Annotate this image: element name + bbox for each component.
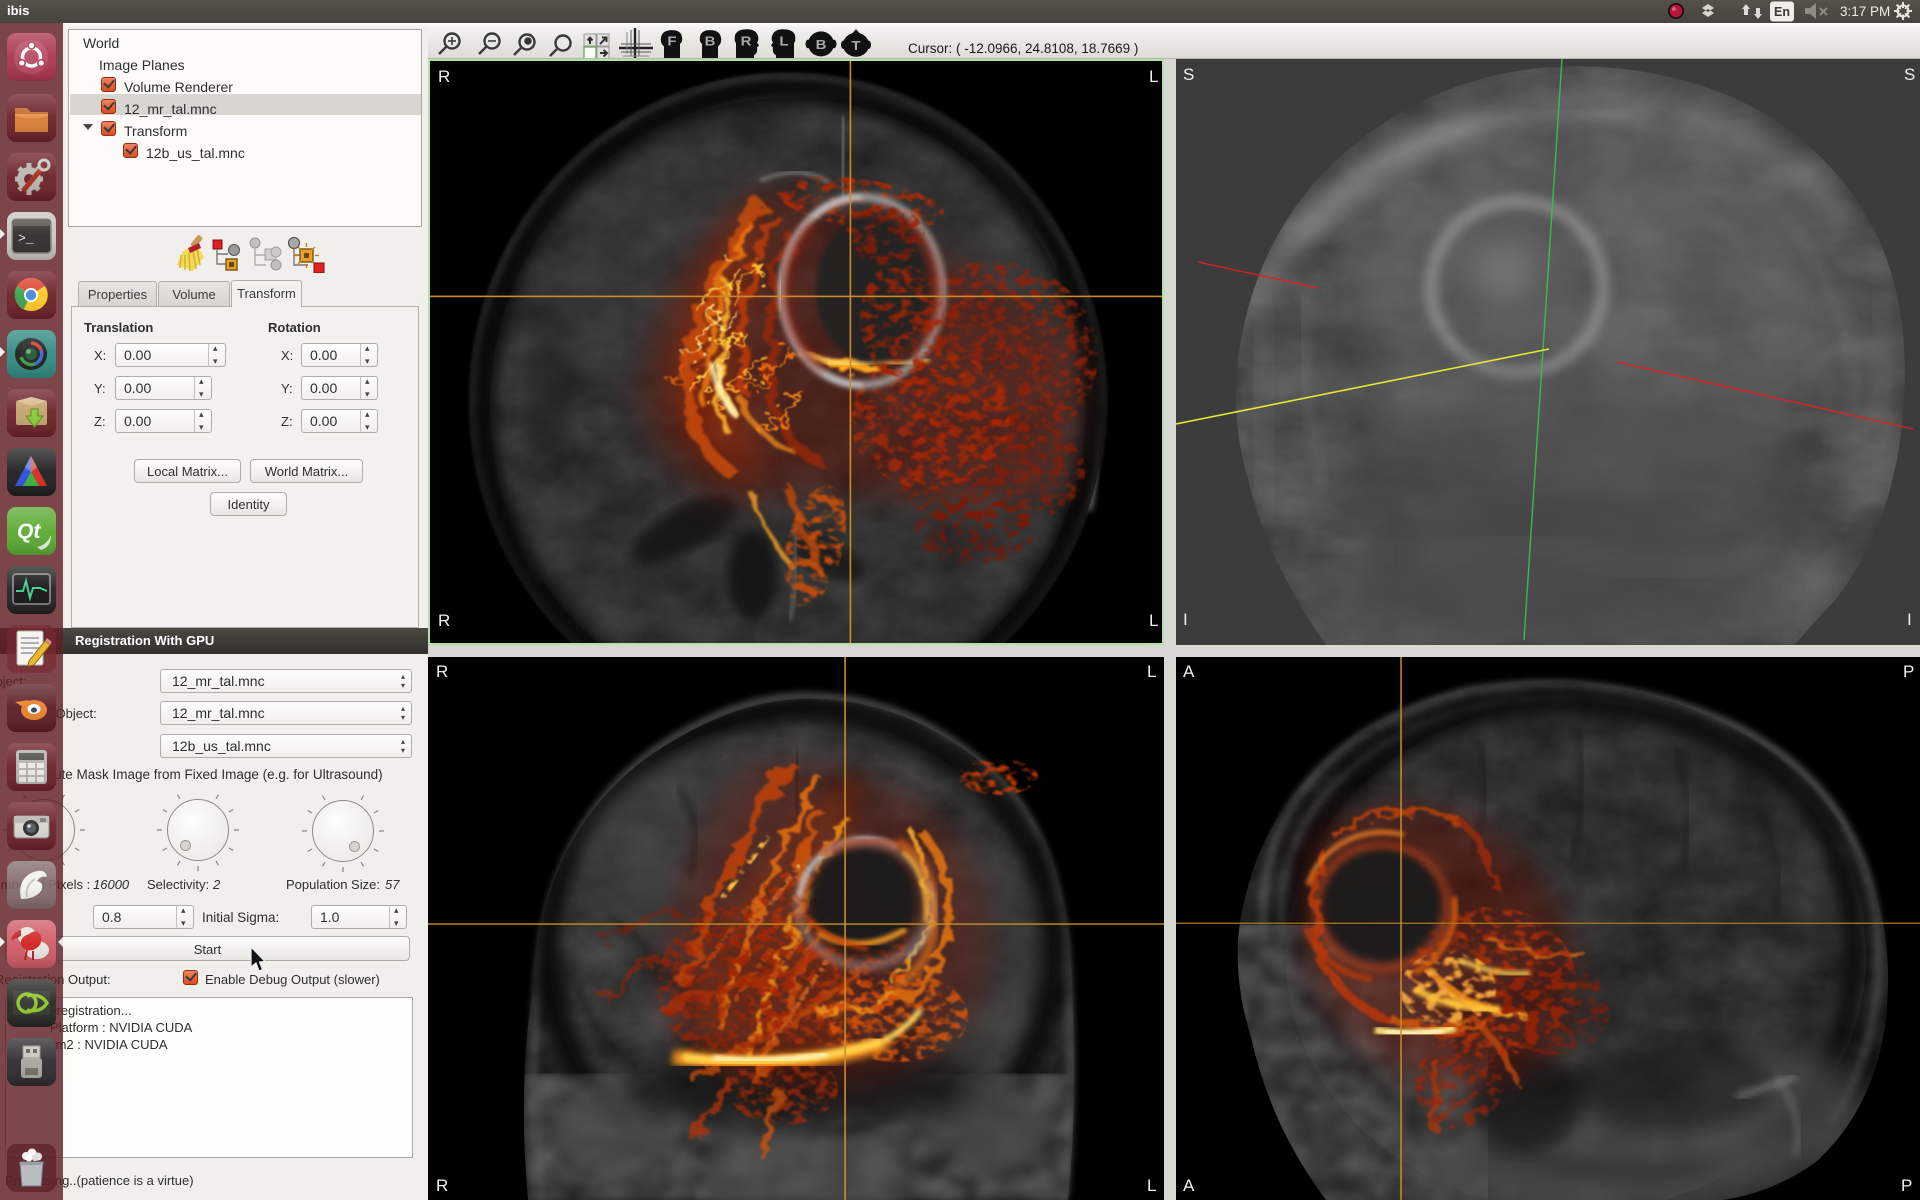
svg-text:3:17 PM: 3:17 PM [1840,4,1890,19]
svg-text:F: F [667,34,677,49]
svg-text:Cursor: ( -12.0966, 24.8108, 1: Cursor: ( -12.0966, 24.8108, 18.7669 ) [908,41,1138,56]
svg-text:R: R [741,34,752,49]
svg-text:T: T [851,38,861,53]
svg-text:B: B [816,37,827,52]
svg-text:L: L [779,34,789,49]
svg-text:En: En [1774,5,1790,19]
svg-text:B: B [705,34,716,49]
